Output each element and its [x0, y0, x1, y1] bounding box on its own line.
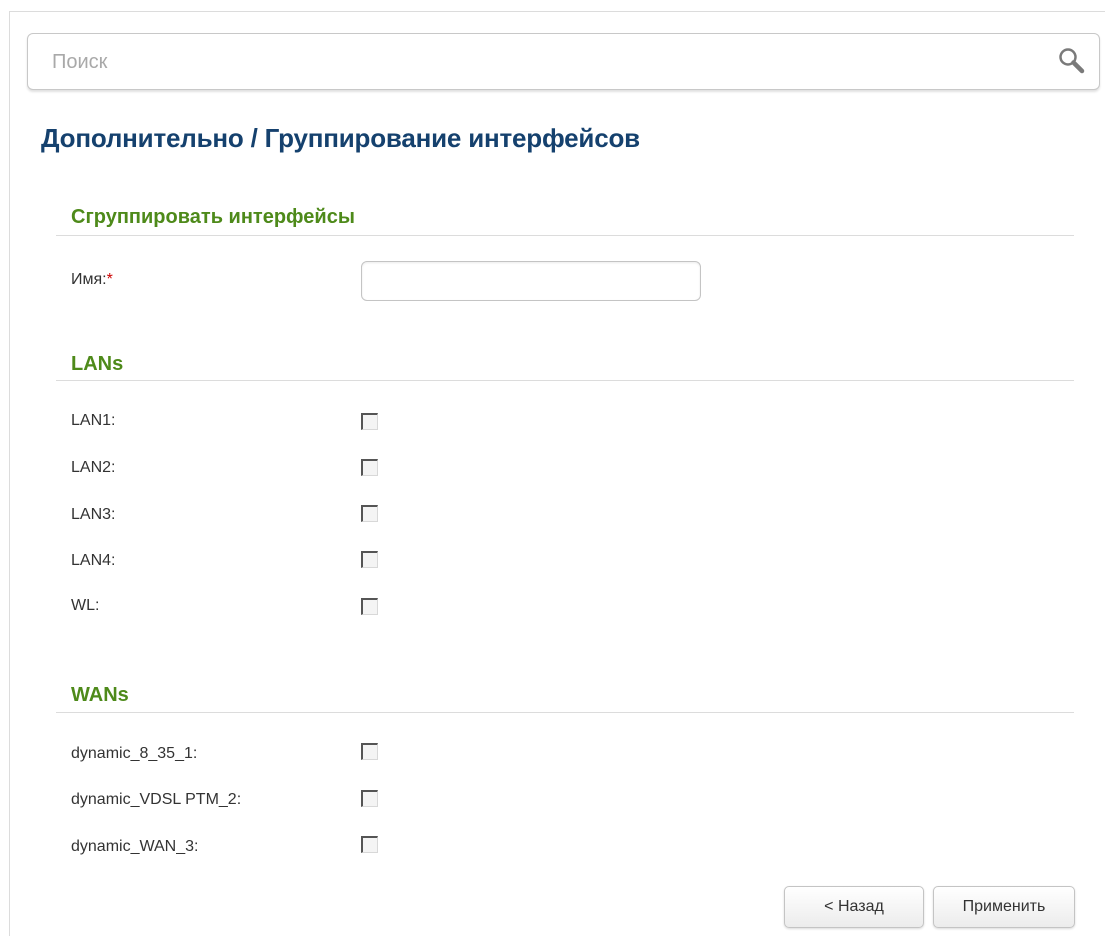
wl-label: WL:: [71, 597, 100, 614]
lan1-checkbox[interactable]: [361, 413, 378, 430]
section-divider: [56, 235, 1074, 236]
section-title-wans: WANs: [71, 684, 129, 706]
search-bar[interactable]: [27, 33, 1100, 90]
wan-dynamic-8-35-1-checkbox[interactable]: [361, 743, 378, 760]
search-input[interactable]: [52, 48, 1032, 76]
back-button[interactable]: < Назад: [784, 886, 924, 928]
wan-dynamic-vdsl-ptm-2-checkbox[interactable]: [361, 790, 378, 807]
wan-dynamic-8-35-1-label: dynamic_8_35_1:: [71, 745, 198, 762]
section-divider: [56, 712, 1074, 713]
section-divider: [56, 380, 1074, 381]
wan-dynamic-wan-3-checkbox[interactable]: [361, 836, 378, 853]
lan4-checkbox[interactable]: [361, 551, 378, 568]
search-icon[interactable]: [1057, 46, 1087, 76]
lan3-checkbox[interactable]: [361, 505, 378, 522]
lan4-label: LAN4:: [71, 552, 116, 569]
name-field[interactable]: [361, 261, 701, 301]
name-label: Имя:*: [71, 271, 113, 288]
wan-dynamic-vdsl-ptm-2-label: dynamic_VDSL PTM_2:: [71, 791, 242, 808]
section-title-lans: LANs: [71, 353, 124, 375]
apply-button[interactable]: Применить: [933, 886, 1075, 928]
section-title-group-interfaces: Сгруппировать интерфейсы: [71, 206, 355, 228]
lan3-label: LAN3:: [71, 506, 116, 523]
page-title: Дополнительно / Группирование интерфейсо…: [41, 123, 640, 153]
required-mark: *: [106, 271, 113, 288]
lan2-label: LAN2:: [71, 459, 116, 476]
lan1-label: LAN1:: [71, 412, 116, 429]
wl-checkbox[interactable]: [361, 598, 378, 615]
wan-dynamic-wan-3-label: dynamic_WAN_3:: [71, 838, 199, 855]
lan2-checkbox[interactable]: [361, 459, 378, 476]
